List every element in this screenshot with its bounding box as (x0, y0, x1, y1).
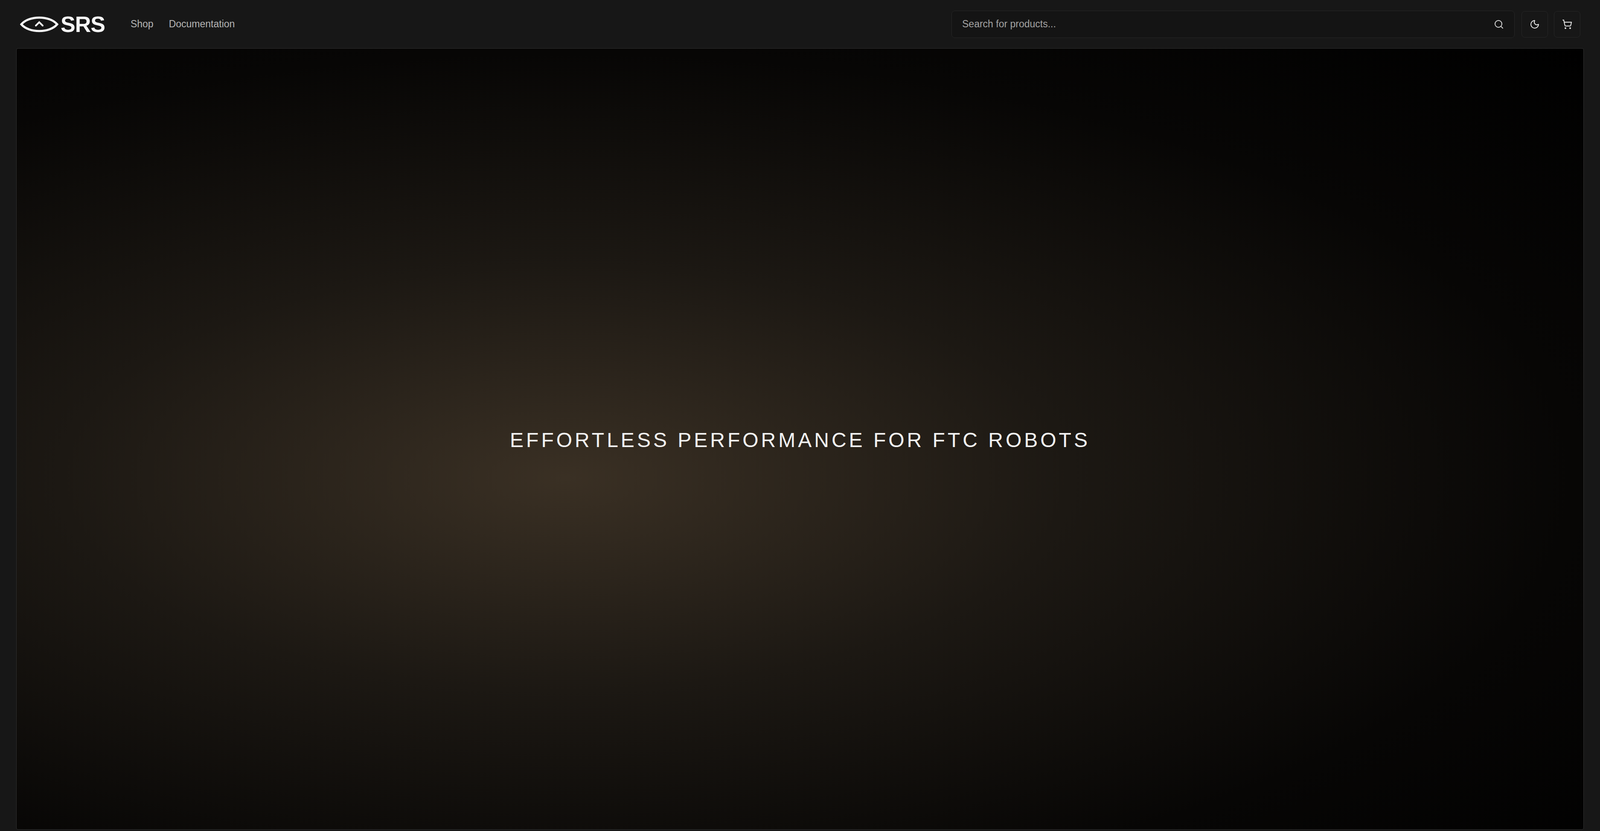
main-nav: Shop Documentation (130, 16, 235, 32)
page: SRS Shop Documentation EFFORTLESS PERFORMAN… (0, 0, 1600, 831)
search-field[interactable] (951, 10, 1515, 38)
search-input[interactable] (962, 16, 1494, 32)
search-icon[interactable] (1493, 19, 1504, 30)
logo-text: SRS (60, 13, 105, 36)
moon-icon (1529, 19, 1540, 30)
nav-link[interactable]: Shop (130, 16, 154, 32)
logo[interactable]: SRS (19, 13, 105, 36)
eye-logo-icon (19, 13, 59, 35)
top-bar: SRS Shop Documentation (0, 0, 1600, 49)
cart-button[interactable] (1553, 11, 1581, 38)
theme-toggle-button[interactable] (1521, 11, 1548, 38)
hero-headline: EFFORTLESS PERFORMANCE FOR FTC ROBOTS (492, 424, 1108, 456)
cart-icon (1562, 19, 1573, 30)
hero: EFFORTLESS PERFORMANCE FOR FTC ROBOTS (16, 48, 1584, 830)
nav-link[interactable]: Documentation (168, 16, 236, 32)
